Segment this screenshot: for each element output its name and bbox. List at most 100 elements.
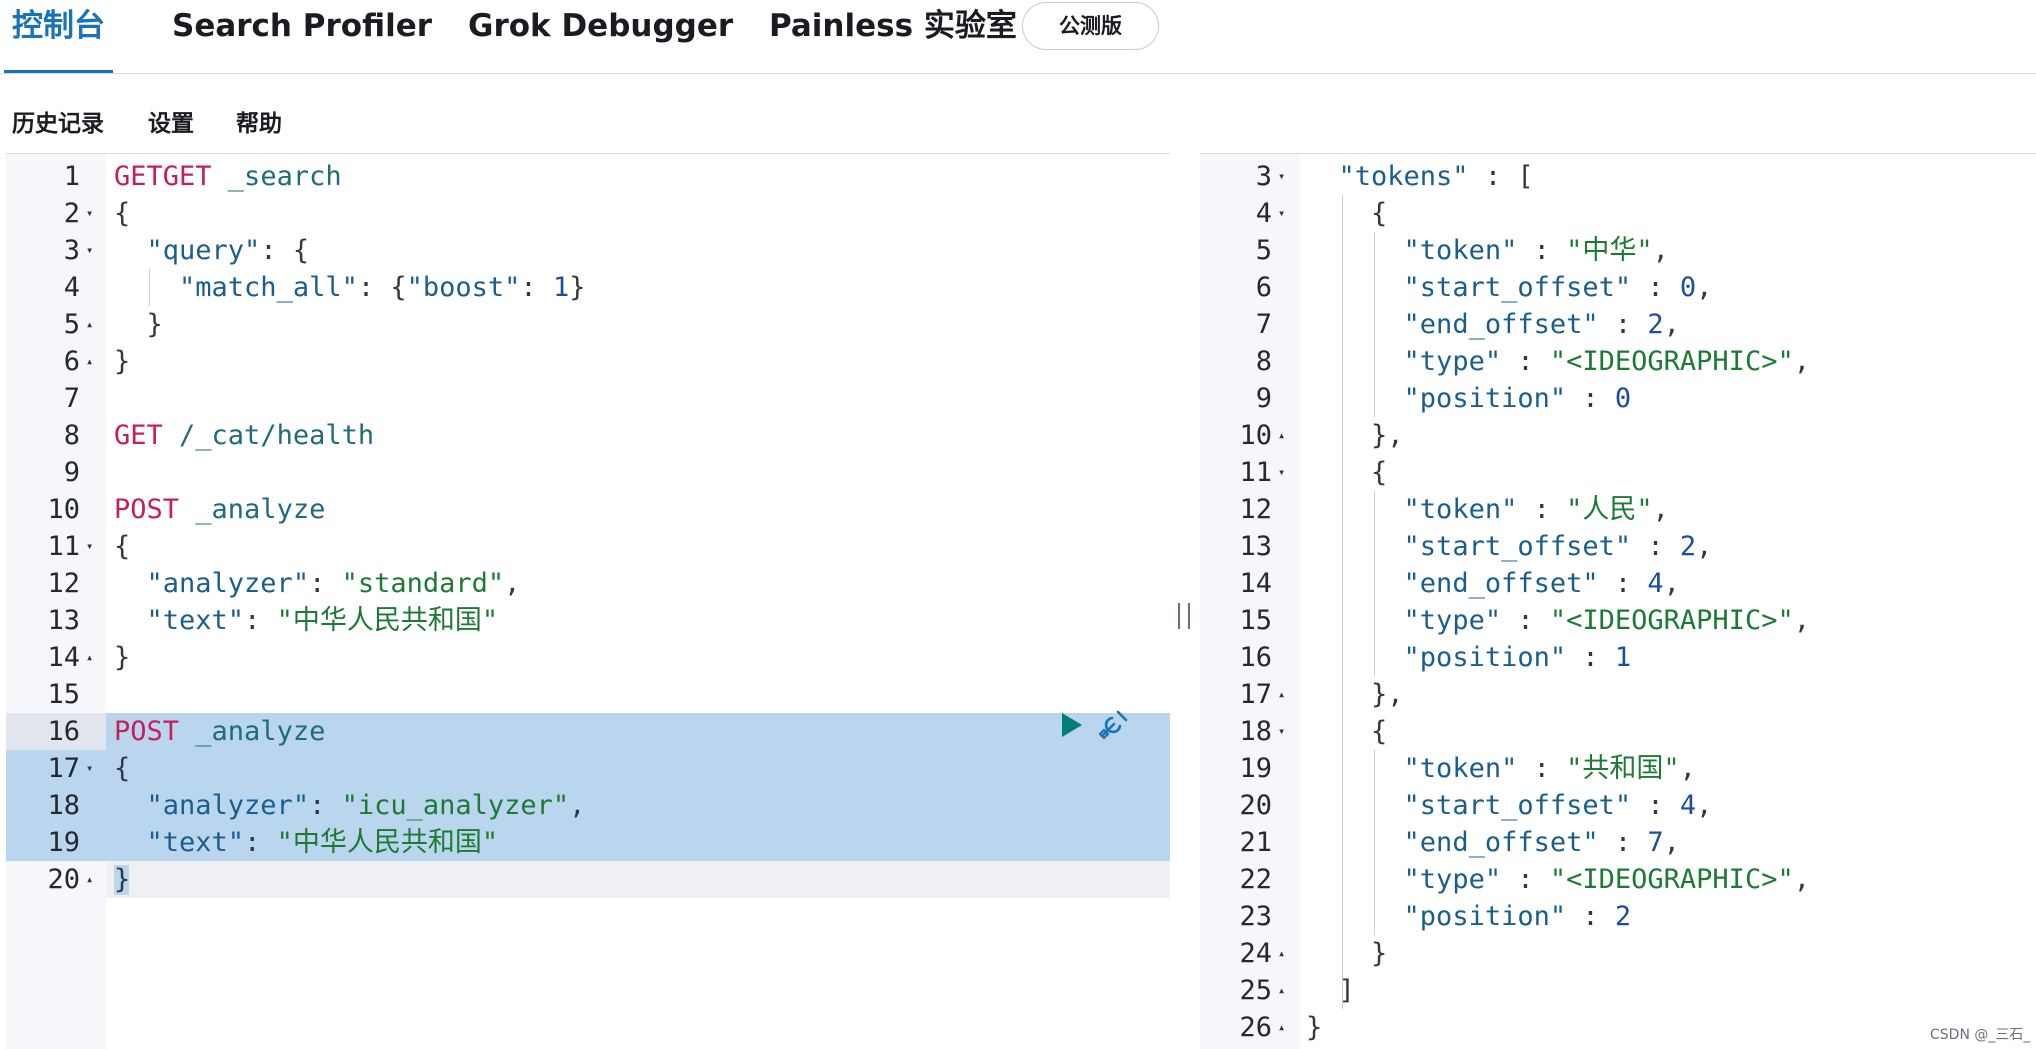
fold-arrow-icon[interactable]: ▴ xyxy=(86,861,100,898)
code-token: "中华人民共和国" xyxy=(276,827,499,858)
code-line: 5 "token" : "中华", xyxy=(1200,232,2036,269)
code-token: 1 xyxy=(1614,642,1632,673)
code-token: "end_offset" xyxy=(1403,309,1599,340)
code-line: 8 GET /_cat/health xyxy=(6,417,1170,454)
indent-guide xyxy=(1342,195,1343,1009)
fold-arrow-icon[interactable]: ▴ xyxy=(1278,676,1292,713)
code-token: } xyxy=(114,864,131,895)
code-token: "token" xyxy=(1403,235,1518,266)
fold-arrow-icon[interactable]: ▴ xyxy=(1278,972,1292,1009)
line-number: 20 xyxy=(1239,790,1272,821)
play-icon[interactable] xyxy=(1062,713,1082,737)
fold-arrow-icon[interactable]: ▴ xyxy=(86,639,100,676)
request-editor[interactable]: 1 GETGET _search 2 ▾{3 ▾ "query": {4 "match_… xyxy=(6,153,1170,1049)
code-line: 3 ▾ "query": { xyxy=(6,232,1170,269)
fold-arrow-icon[interactable]: ▾ xyxy=(1278,713,1292,750)
pane-divider[interactable] xyxy=(1170,153,1200,1048)
fold-arrow-icon[interactable]: ▴ xyxy=(1278,935,1292,972)
fold-arrow-icon[interactable]: ▴ xyxy=(86,306,100,343)
line-number: 15 xyxy=(47,679,80,710)
line-number: 18 xyxy=(1239,716,1272,747)
code-token: "text" xyxy=(146,827,245,858)
code-line: 19 "text": "中华人民共和国" xyxy=(6,824,1170,861)
fold-arrow-icon[interactable]: ▴ xyxy=(1278,417,1292,454)
code-token: , xyxy=(1652,494,1669,525)
code-token: ] xyxy=(1306,975,1355,1006)
code-token: : xyxy=(520,272,553,303)
line-number: 25 xyxy=(1239,975,1272,1006)
code-token: { xyxy=(1306,716,1388,747)
code-token: , xyxy=(504,568,521,599)
fold-arrow-icon[interactable]: ▾ xyxy=(86,528,100,565)
help-link[interactable]: 帮助 xyxy=(236,104,282,138)
code-token: } xyxy=(569,272,586,303)
fold-arrow-icon[interactable]: ▴ xyxy=(86,343,100,380)
settings-link[interactable]: 设置 xyxy=(148,104,194,138)
line-number: 19 xyxy=(47,827,80,858)
code-token: : xyxy=(1631,790,1680,821)
line-number: 6 xyxy=(1255,272,1272,303)
code-token: _search xyxy=(211,161,342,192)
code-token: _analyze xyxy=(179,494,326,525)
history-link[interactable]: 历史记录 xyxy=(12,104,104,138)
tab-painless-lab[interactable]: Painless 实验室 xyxy=(769,0,1017,73)
code-text: "type" : "<IDEOGRAPHIC>", xyxy=(1306,602,1810,639)
code-line: 5 ▴ } xyxy=(6,306,1170,343)
code-token: { xyxy=(1306,457,1388,488)
code-token: 2 xyxy=(1679,531,1697,562)
code-token: }, xyxy=(1306,420,1404,451)
code-token: : xyxy=(1501,346,1550,377)
line-number: 5 xyxy=(63,309,80,340)
code-text: } xyxy=(114,639,130,676)
code-line: 16 "position" : 1 xyxy=(1200,639,2036,676)
fold-arrow-icon[interactable]: ▾ xyxy=(86,750,100,787)
code-text: { xyxy=(114,528,130,565)
code-token: "boost" xyxy=(406,272,521,303)
code-token: "start_offset" xyxy=(1403,272,1632,303)
wrench-icon[interactable] xyxy=(1096,708,1130,742)
fold-arrow-icon[interactable]: ▾ xyxy=(86,232,100,269)
fold-arrow-icon[interactable]: ▾ xyxy=(1278,454,1292,491)
line-number: 15 xyxy=(1239,605,1272,636)
code-text: "analyzer": "icu_analyzer", xyxy=(114,787,586,824)
code-token: : xyxy=(244,827,277,858)
tab-search-profiler[interactable]: Search Profiler xyxy=(172,0,432,73)
tab-grok-debugger[interactable]: Grok Debugger xyxy=(468,0,733,73)
line-number: 7 xyxy=(63,383,80,414)
code-token: "end_offset" xyxy=(1403,827,1599,858)
response-output: 3 ▾ "tokens" : [4 ▾ {5 "token" : "中华", 6 "s… xyxy=(1200,153,2036,1049)
line-number: 23 xyxy=(1239,901,1272,932)
fold-arrow-icon[interactable]: ▾ xyxy=(1278,195,1292,232)
code-token: 2 xyxy=(1614,901,1632,932)
resize-grip-icon[interactable] xyxy=(1178,603,1190,629)
tab-console[interactable]: 控制台 xyxy=(4,0,113,73)
code-token: : xyxy=(1517,494,1567,525)
code-text: "end_offset" : 7, xyxy=(1306,824,1680,861)
fold-arrow-icon[interactable]: ▴ xyxy=(1278,1009,1292,1046)
current-line-highlight xyxy=(106,861,1170,898)
line-number: 3 xyxy=(1255,161,1272,192)
code-text: "end_offset" : 4, xyxy=(1306,565,1680,602)
code-line: 25 ▴ ] xyxy=(1200,972,2036,1009)
code-token: , xyxy=(1793,605,1810,636)
code-line: 16 POST _analyze xyxy=(6,713,1170,750)
code-token: } xyxy=(114,642,131,673)
code-token: 0 xyxy=(1614,383,1632,414)
code-text: "type" : "<IDEOGRAPHIC>", xyxy=(1306,861,1810,898)
code-text: }, xyxy=(1306,417,1404,454)
line-number: 22 xyxy=(1239,864,1272,895)
code-line: 13 "start_offset" : 2, xyxy=(1200,528,2036,565)
line-number: 2 xyxy=(63,198,80,229)
code-token: 7 xyxy=(1647,827,1664,858)
fold-arrow-icon[interactable]: ▾ xyxy=(1278,158,1292,195)
fold-arrow-icon[interactable]: ▾ xyxy=(86,195,100,232)
code-line: 20 ▴} xyxy=(6,861,1170,898)
code-text: { xyxy=(1306,713,1387,750)
code-line: 15 xyxy=(6,676,1170,713)
